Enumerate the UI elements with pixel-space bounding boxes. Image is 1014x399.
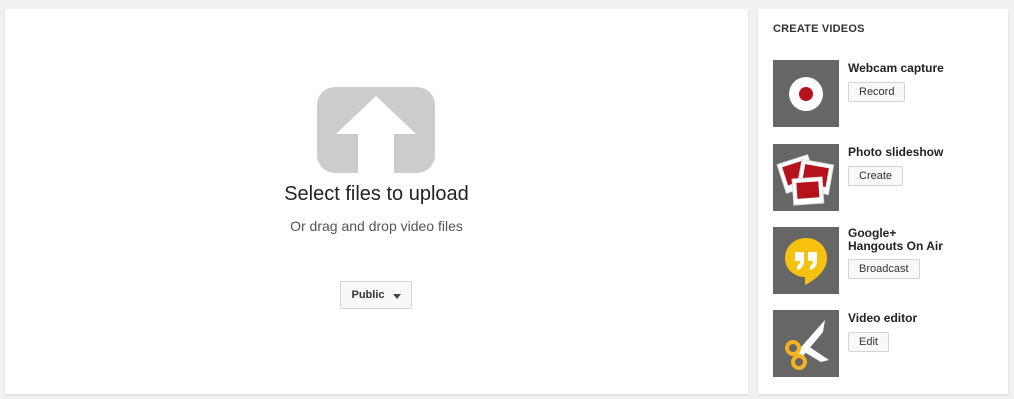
upload-panel: Select files to upload Or drag and drop … bbox=[5, 9, 748, 394]
upload-title[interactable]: Select files to upload bbox=[5, 183, 748, 206]
hangouts-on-air-item: Google+ Hangouts On Air Broadcast bbox=[773, 227, 1003, 294]
video-editor-label: Video editor bbox=[848, 311, 918, 325]
create-videos-title: CREATE VIDEOS bbox=[773, 23, 865, 35]
scissors-icon[interactable] bbox=[773, 310, 839, 377]
webcam-record-icon[interactable] bbox=[773, 60, 839, 127]
upload-arrow-icon[interactable] bbox=[317, 87, 435, 173]
photo-slideshow-item: Photo slideshow Create bbox=[773, 144, 1003, 211]
photo-slideshow-icon[interactable] bbox=[773, 144, 839, 211]
upload-subtitle: Or drag and drop video files bbox=[290, 218, 463, 234]
privacy-label: Public bbox=[351, 289, 385, 301]
video-editor-item: Video editor Edit bbox=[773, 310, 1003, 377]
hangouts-on-air-label: Google+ Hangouts On Air bbox=[848, 226, 943, 253]
hangouts-icon[interactable] bbox=[773, 227, 839, 294]
photo-slideshow-label: Photo slideshow bbox=[848, 145, 944, 159]
chevron-down-icon bbox=[392, 293, 401, 299]
edit-button[interactable]: Edit bbox=[848, 332, 889, 352]
record-button[interactable]: Record bbox=[848, 82, 906, 102]
webcam-capture-item: Webcam capture Record bbox=[773, 60, 1003, 127]
webcam-capture-label: Webcam capture bbox=[848, 61, 944, 75]
broadcast-button[interactable]: Broadcast bbox=[848, 259, 920, 279]
create-slideshow-button[interactable]: Create bbox=[848, 166, 904, 186]
privacy-dropdown[interactable]: Public bbox=[340, 281, 412, 309]
create-videos-panel: CREATE VIDEOS Webcam capture Record Phot… bbox=[758, 9, 1008, 394]
